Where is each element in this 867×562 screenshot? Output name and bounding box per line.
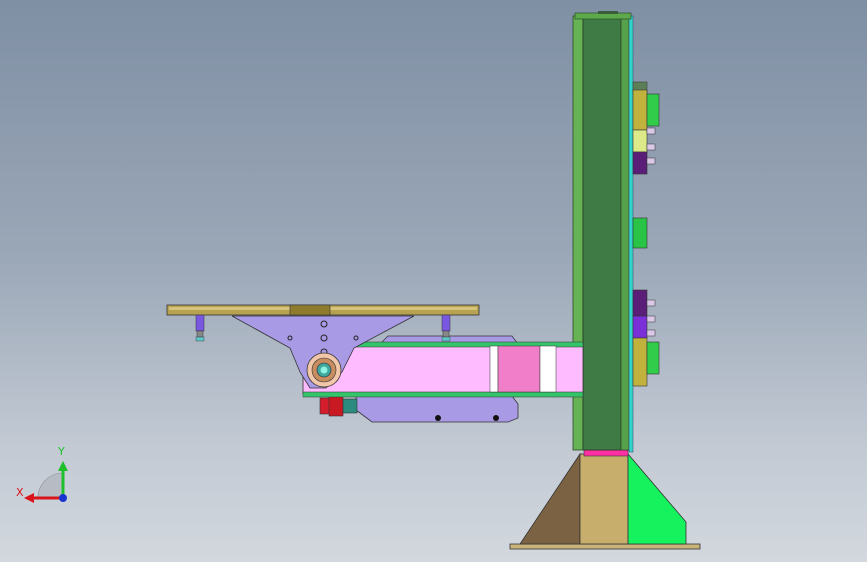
cad-model-view: X Y <box>16 11 701 550</box>
cad-viewport[interactable]: X Y <box>0 0 867 562</box>
triad-plane-icon <box>37 472 64 499</box>
y-axis-label: Y <box>57 445 65 458</box>
y-arrow-icon <box>58 461 68 471</box>
suction-cup-right <box>441 314 451 342</box>
column-mounted-blocks[interactable] <box>632 81 660 387</box>
x-axis-label: X <box>16 486 24 499</box>
motor-assembly[interactable] <box>319 395 519 423</box>
base-pedestal[interactable] <box>509 449 701 550</box>
arm-pivot-joint[interactable] <box>306 352 342 388</box>
x-arrow-icon <box>24 493 34 503</box>
coordinate-triad: X Y <box>16 445 68 503</box>
suction-cup-left <box>195 314 205 342</box>
z-axis-icon <box>59 494 67 502</box>
